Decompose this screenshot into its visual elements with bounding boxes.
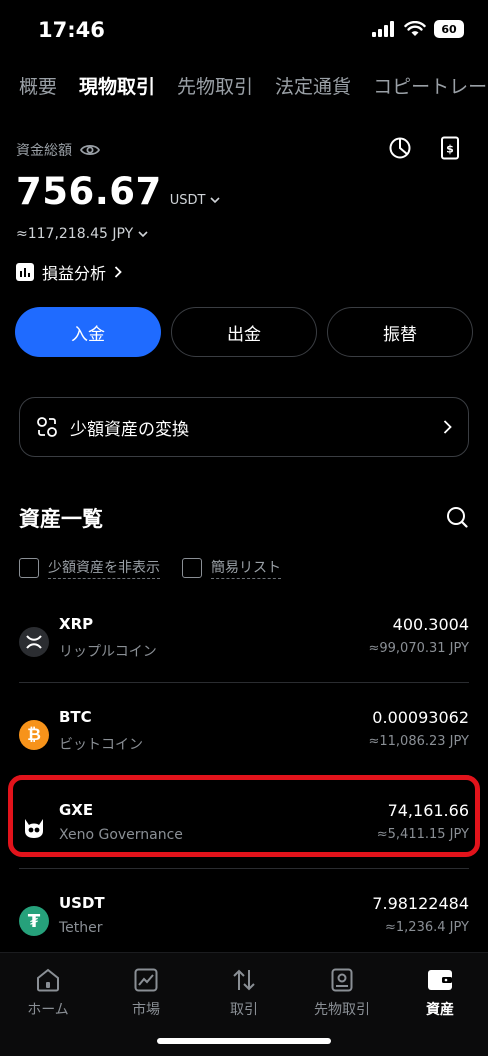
btc-icon: ₿ xyxy=(19,720,49,750)
asset-list-title: 資産一覧 xyxy=(19,507,103,531)
bill-icon[interactable]: $ xyxy=(440,136,460,160)
eye-icon[interactable] xyxy=(80,143,100,157)
top-tabs: 概要 現物取引 先物取引 法定通貨 コピートレー xyxy=(19,72,487,99)
asset-row-xrp[interactable]: XRP リップルコイン 400.3004 ≈99,070.31 JPY xyxy=(19,611,469,681)
nav-trade-label: 取引 xyxy=(230,1002,258,1018)
market-chart-icon xyxy=(134,968,158,992)
asset-amount: 7.98122484 xyxy=(372,894,469,913)
battery-icon: 60 xyxy=(434,20,464,38)
asset-row-btc[interactable]: ₿ BTC ビットコイン 0.00093062 ≈11,086.23 JPY xyxy=(19,704,469,774)
nav-market-label: 市場 xyxy=(132,1002,160,1018)
chevron-right-icon xyxy=(114,266,122,278)
divider xyxy=(19,868,469,869)
tab-spot[interactable]: 現物取引 xyxy=(79,72,155,99)
pie-chart-icon[interactable] xyxy=(388,136,412,160)
hide-small-label: 少額資産を非表示 xyxy=(48,557,160,579)
convert-label: 少額資産の変換 xyxy=(70,419,189,440)
asset-name: リップルコイン xyxy=(59,644,157,660)
balance-unit: USDT xyxy=(169,193,206,208)
highlight-box xyxy=(8,775,480,857)
wallet-icon xyxy=(428,970,452,990)
top-right-icons: $ xyxy=(388,136,460,160)
xrp-icon xyxy=(19,627,49,657)
status-time: 17:46 xyxy=(38,18,105,42)
divider xyxy=(19,682,469,683)
balance-jpy-selector[interactable]: ≈117,218.45 JPY xyxy=(16,226,148,242)
total-assets-header: 資金総額 xyxy=(16,140,100,160)
nav-home-label: ホーム xyxy=(27,1002,69,1018)
asset-jpy: ≈11,086.23 JPY xyxy=(368,734,469,749)
asset-symbol: BTC xyxy=(59,708,92,726)
simple-list-checkbox[interactable] xyxy=(182,558,202,578)
asset-jpy: ≈99,070.31 JPY xyxy=(368,641,469,656)
balance-row: 756.67 USDT xyxy=(16,170,220,213)
signal-icon xyxy=(372,21,394,37)
asset-amount: 0.00093062 xyxy=(372,708,469,727)
convert-icon xyxy=(37,417,57,437)
status-bar: 17:46 60 xyxy=(0,0,488,60)
tab-fiat[interactable]: 法定通貨 xyxy=(275,72,351,99)
deposit-button[interactable]: 入金 xyxy=(15,307,161,357)
pnl-analysis-link[interactable]: 損益分析 xyxy=(16,260,122,284)
asset-name: Tether xyxy=(59,920,103,936)
futures-icon xyxy=(331,968,353,992)
status-icons: 60 xyxy=(372,20,464,38)
nav-home[interactable]: ホーム xyxy=(3,965,93,1019)
asset-jpy: ≈1,236.4 JPY xyxy=(385,920,469,935)
asset-name: ビットコイン xyxy=(59,737,143,753)
asset-row-usdt[interactable]: ₮ USDT Tether 7.98122484 ≈1,236.4 JPY xyxy=(19,890,469,960)
nav-trade[interactable]: 取引 xyxy=(199,965,289,1019)
tab-futures[interactable]: 先物取引 xyxy=(177,72,253,99)
home-icon xyxy=(37,968,59,992)
home-indicator xyxy=(157,1038,331,1044)
svg-text:$: $ xyxy=(446,143,454,156)
search-icon[interactable] xyxy=(446,506,468,528)
chevron-down-icon xyxy=(210,197,220,204)
transfer-button[interactable]: 振替 xyxy=(327,307,473,357)
tab-copy-trade[interactable]: コピートレー xyxy=(373,72,487,99)
wifi-icon xyxy=(404,21,426,36)
hide-small-checkbox[interactable] xyxy=(19,558,39,578)
nav-market[interactable]: 市場 xyxy=(101,965,191,1019)
pnl-analysis-label: 損益分析 xyxy=(42,264,107,283)
withdraw-button[interactable]: 出金 xyxy=(171,307,317,357)
asset-filters: 少額資産を非表示 簡易リスト xyxy=(19,557,281,579)
asset-symbol: XRP xyxy=(59,615,94,633)
bar-chart-icon xyxy=(16,263,34,281)
balance-value: 756.67 xyxy=(16,170,162,213)
nav-futures[interactable]: 先物取引 xyxy=(297,965,387,1019)
usdt-icon: ₮ xyxy=(19,906,49,936)
balance-unit-selector[interactable]: USDT xyxy=(170,193,220,208)
asset-amount: 400.3004 xyxy=(392,615,469,634)
chevron-down-icon xyxy=(138,231,148,238)
simple-list-label: 簡易リスト xyxy=(211,557,281,579)
chevron-right-icon xyxy=(443,420,452,434)
nav-assets-label: 資産 xyxy=(426,1002,454,1018)
filter-hide-small[interactable]: 少額資産を非表示 xyxy=(19,557,160,579)
total-assets-label: 資金総額 xyxy=(16,143,72,159)
asset-symbol: USDT xyxy=(59,894,105,912)
balance-jpy: ≈117,218.45 JPY xyxy=(16,226,134,242)
tab-overview[interactable]: 概要 xyxy=(19,72,57,99)
convert-small-assets-button[interactable]: 少額資産の変換 xyxy=(19,397,469,457)
nav-futures-label: 先物取引 xyxy=(314,1002,370,1018)
trade-arrows-icon xyxy=(233,969,255,991)
nav-assets[interactable]: 資産 xyxy=(395,965,485,1019)
filter-simple-list[interactable]: 簡易リスト xyxy=(182,557,281,579)
